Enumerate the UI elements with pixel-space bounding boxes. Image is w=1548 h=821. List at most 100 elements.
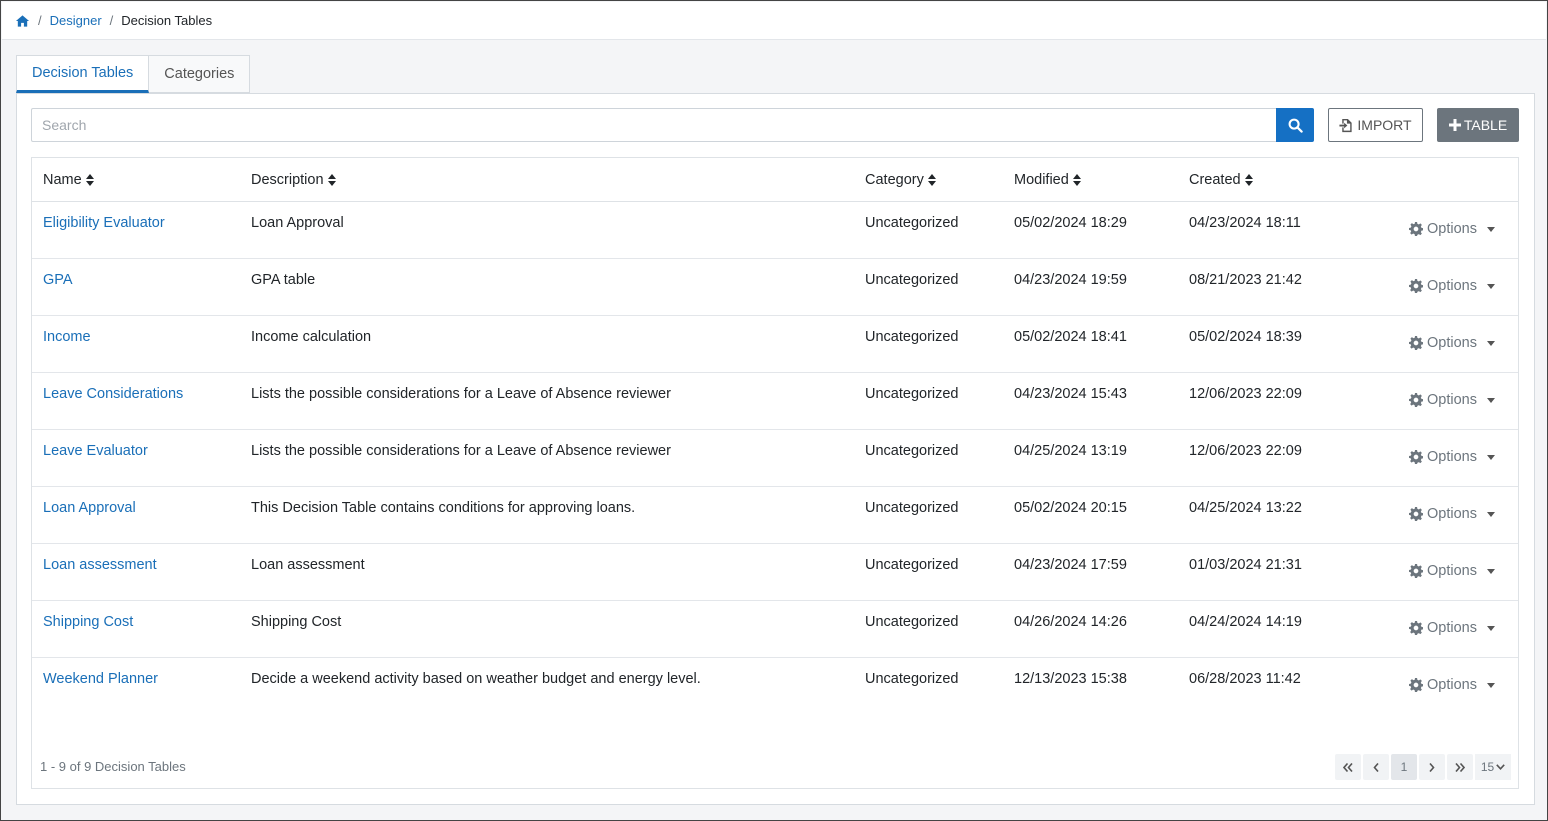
cell-description: Income calculation — [251, 329, 372, 345]
current-page-button[interactable]: 1 — [1391, 754, 1417, 780]
decision-table-name-link[interactable]: GPA — [43, 272, 73, 288]
column-header-category[interactable]: Category — [865, 158, 936, 202]
options-label: Options — [1427, 620, 1477, 636]
pagination: 1 15 — [1335, 754, 1511, 780]
add-table-button-label: TABLE — [1463, 117, 1508, 133]
import-button-label: IMPORT — [1357, 117, 1412, 133]
gear-icon — [1409, 336, 1423, 350]
decision-tables-table: Name Description Category Modified Creat… — [31, 157, 1519, 789]
table-row: Eligibility Evaluator Loan Approval Uncate… — [32, 202, 1518, 259]
caret-down-icon — [1486, 397, 1495, 403]
previous-page-button[interactable] — [1363, 754, 1389, 780]
cell-category: Uncategorized — [865, 215, 959, 231]
caret-down-icon — [1486, 682, 1495, 688]
pagination-summary: 1 - 9 of 9 Decision Tables — [40, 759, 186, 774]
cell-created: 04/24/2024 14:19 — [1189, 614, 1302, 630]
breadcrumb-separator: / — [38, 13, 42, 28]
tab-categories[interactable]: Categories — [149, 55, 251, 93]
column-header-label: Modified — [1014, 172, 1069, 188]
options-dropdown-button[interactable]: Options — [1409, 335, 1495, 351]
options-label: Options — [1427, 506, 1477, 522]
options-dropdown-button[interactable]: Options — [1409, 677, 1495, 693]
cell-created: 06/28/2023 11:42 — [1189, 671, 1301, 687]
options-label: Options — [1427, 335, 1477, 351]
table-row: Shipping Cost Shipping Cost Uncategorized 0… — [32, 601, 1518, 658]
next-page-button[interactable] — [1419, 754, 1445, 780]
double-chevron-left-icon — [1343, 762, 1353, 772]
caret-down-icon — [1486, 625, 1495, 631]
cell-created: 01/03/2024 21:31 — [1189, 557, 1302, 573]
decision-table-name-link[interactable]: Income — [43, 329, 91, 345]
gear-icon — [1409, 279, 1423, 293]
cell-category: Uncategorized — [865, 500, 959, 516]
page-size-select[interactable]: 15 — [1475, 754, 1511, 780]
options-label: Options — [1427, 449, 1477, 465]
cell-description: This Decision Table contains conditions … — [251, 500, 636, 516]
cell-modified: 05/02/2024 18:29 — [1014, 215, 1127, 231]
decision-table-name-link[interactable]: Eligibility Evaluator — [43, 215, 165, 231]
search-button[interactable] — [1276, 108, 1314, 142]
table-row: Loan Approval This Decision Table contain… — [32, 487, 1518, 544]
table-row: GPA GPA table Uncategorized 04/23/2024 19:5… — [32, 259, 1518, 316]
decision-table-name-link[interactable]: Leave Considerations — [43, 386, 183, 402]
cell-description: Lists the possible considerations for a … — [251, 386, 671, 402]
column-header-label: Category — [865, 172, 924, 188]
column-header-name[interactable]: Name — [43, 158, 94, 202]
import-button[interactable]: IMPORT — [1328, 108, 1423, 142]
cell-modified: 04/23/2024 17:59 — [1014, 557, 1127, 573]
table-row: Leave Evaluator Lists the possible consid… — [32, 430, 1518, 487]
sort-icon — [1072, 174, 1081, 186]
options-dropdown-button[interactable]: Options — [1409, 563, 1495, 579]
cell-modified: 05/02/2024 18:41 — [1014, 329, 1127, 345]
decision-tables-panel: IMPORT TABLE Name Description Category — [16, 93, 1535, 805]
decision-table-name-link[interactable]: Weekend Planner — [43, 671, 158, 687]
options-dropdown-button[interactable]: Options — [1409, 620, 1495, 636]
options-dropdown-button[interactable]: Options — [1409, 506, 1495, 522]
plus-icon — [1448, 119, 1461, 131]
search-icon — [1288, 118, 1303, 133]
options-dropdown-button[interactable]: Options — [1409, 221, 1495, 237]
caret-down-icon — [1486, 283, 1495, 289]
gear-icon — [1409, 222, 1423, 236]
column-header-modified[interactable]: Modified — [1014, 158, 1081, 202]
add-table-button[interactable]: TABLE — [1437, 108, 1519, 142]
cell-created: 08/21/2023 21:42 — [1189, 272, 1302, 288]
column-header-description[interactable]: Description — [251, 158, 336, 202]
first-page-button[interactable] — [1335, 754, 1361, 780]
cell-description: Shipping Cost — [251, 614, 342, 630]
last-page-button[interactable] — [1447, 754, 1473, 780]
decision-table-name-link[interactable]: Loan assessment — [43, 557, 157, 573]
table-row: Loan assessment Loan assessment Uncategori… — [32, 544, 1518, 601]
cell-category: Uncategorized — [865, 671, 959, 687]
column-header-label: Created — [1189, 172, 1241, 188]
cell-modified: 04/26/2024 14:26 — [1014, 614, 1127, 630]
cell-created: 12/06/2023 22:09 — [1189, 386, 1302, 402]
options-dropdown-button[interactable]: Options — [1409, 278, 1495, 294]
breadcrumb-current: Decision Tables — [121, 13, 213, 28]
options-label: Options — [1427, 221, 1477, 237]
page-size-value: 15 — [1480, 760, 1495, 774]
gear-icon — [1409, 450, 1423, 464]
search-bar — [31, 108, 1314, 142]
cell-created: 12/06/2023 22:09 — [1189, 443, 1302, 459]
cell-description: Loan Approval — [251, 215, 344, 231]
file-import-icon — [1339, 118, 1353, 133]
sort-icon — [927, 174, 936, 186]
search-input[interactable] — [31, 108, 1276, 142]
cell-created: 04/25/2024 13:22 — [1189, 500, 1302, 516]
decision-table-name-link[interactable]: Leave Evaluator — [43, 443, 148, 459]
tab-decision-tables[interactable]: Decision Tables — [16, 55, 150, 93]
chevron-left-icon — [1373, 762, 1379, 772]
cell-modified: 12/13/2023 15:38 — [1014, 671, 1127, 687]
options-label: Options — [1427, 677, 1477, 693]
decision-table-name-link[interactable]: Loan Approval — [43, 500, 136, 516]
chevron-down-icon — [1496, 764, 1505, 770]
breadcrumb-designer-link[interactable]: Designer — [50, 13, 102, 28]
decision-table-name-link[interactable]: Shipping Cost — [43, 614, 133, 630]
options-dropdown-button[interactable]: Options — [1409, 392, 1495, 408]
options-dropdown-button[interactable]: Options — [1409, 449, 1495, 465]
home-icon[interactable] — [15, 14, 30, 28]
chevron-right-icon — [1429, 762, 1435, 772]
caret-down-icon — [1486, 340, 1495, 346]
column-header-created[interactable]: Created — [1189, 158, 1253, 202]
